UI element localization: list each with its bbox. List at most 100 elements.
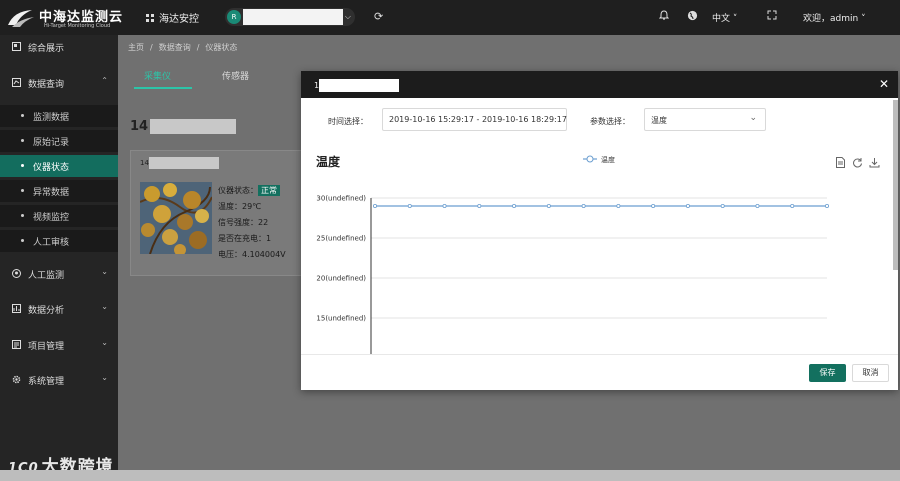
tab-sensor[interactable]: 传感器 bbox=[222, 69, 249, 82]
sidebar-item-label: 数据查询 bbox=[28, 80, 65, 90]
data-point bbox=[685, 204, 690, 209]
redacted-block bbox=[150, 119, 237, 134]
temperature-value: 温度：29℃ bbox=[218, 202, 262, 211]
status-badge: 正常 bbox=[258, 185, 280, 196]
grid-icon bbox=[146, 14, 154, 22]
time-label: 时间选择： bbox=[328, 117, 368, 126]
device-id-prefix: 14 bbox=[140, 159, 149, 167]
device-info: 仪器状态： 正常 温度：29℃ 信号强度：22 是否在充电：1 电压：4.1040… bbox=[218, 183, 286, 263]
modal-header: 1 ✕ bbox=[301, 71, 898, 98]
sidebar-item-label: 综合展示 bbox=[28, 44, 65, 54]
page-title-prefix: 14 bbox=[130, 119, 149, 134]
logo[interactable]: 中海达监测云 Hi-Target Monitoring Cloud bbox=[6, 5, 122, 31]
temperature-chart: 温度 温度 30(undefined) 25(undefined) 20(undefin… bbox=[316, 154, 830, 354]
sidebar-subitem-monitoring-data[interactable]: 监测数据 bbox=[0, 105, 118, 127]
sidebar-subitem-video[interactable]: 视频监控 bbox=[0, 205, 118, 227]
redacted-block bbox=[319, 79, 400, 92]
sidebar-subitem-abnormal-data[interactable]: 异常数据 bbox=[0, 180, 118, 202]
tab-collector[interactable]: 采集仪 bbox=[144, 69, 171, 82]
breadcrumb: 主页 / 数据查询 / 仪器状态 bbox=[128, 42, 237, 53]
refresh-icon[interactable]: ⟳ bbox=[374, 10, 383, 23]
sidebar-item-label: 数据分析 bbox=[28, 306, 65, 316]
signal-value: 信号强度：22 bbox=[218, 218, 269, 227]
device-status-row: 仪器状态： 正常 bbox=[218, 183, 286, 199]
chevron-down-icon: ⌄ bbox=[101, 302, 108, 311]
data-point bbox=[546, 204, 551, 209]
charging-value: 是否在充电：1 bbox=[218, 234, 272, 243]
chart-modal: 1 ✕ 时间选择： 2019-10-16 15:29:17 - 2019-10-… bbox=[301, 71, 898, 390]
sidebar-subitem-manual-review[interactable]: 人工审核 bbox=[0, 230, 118, 252]
sidebar: 综合展示 数据查询 ⌃ 监测数据 原始记录 仪器状态 异常数据 视频监控 人工审… bbox=[0, 35, 118, 481]
page-scrollbar[interactable] bbox=[893, 100, 898, 270]
app-switcher[interactable]: 海达安控 bbox=[146, 10, 199, 25]
bullet-icon bbox=[21, 139, 24, 142]
device-card[interactable]: 14 仪器状态： 正常 温度：29℃ 信号强度：22 是否在充电：1 电压：4.… bbox=[130, 150, 302, 276]
data-point bbox=[616, 204, 621, 209]
sidebar-item-label: 人工监测 bbox=[28, 271, 65, 281]
bullet-icon bbox=[21, 114, 24, 117]
breadcrumb-item: 仪器状态 bbox=[205, 43, 238, 52]
sidebar-item-label: 系统管理 bbox=[28, 377, 65, 387]
data-point bbox=[512, 204, 517, 209]
sidebar-item-system-management[interactable]: 系统管理 ⌄ bbox=[0, 368, 118, 392]
legend-label: 温度 bbox=[601, 155, 615, 164]
query-icon bbox=[12, 78, 21, 87]
language-select[interactable]: 中文 ˅ bbox=[712, 11, 737, 24]
breadcrumb-item[interactable]: 数据查询 bbox=[159, 43, 191, 52]
globe-icon[interactable] bbox=[687, 10, 698, 24]
chevron-down-icon: ⌄ bbox=[101, 373, 108, 382]
sidebar-item-manual-monitoring[interactable]: 人工监测 ⌄ bbox=[0, 262, 118, 286]
redacted-block bbox=[148, 157, 219, 169]
status-label: 仪器状态： bbox=[218, 186, 258, 195]
org-avatar: R bbox=[227, 10, 241, 24]
manual-icon bbox=[12, 269, 21, 278]
sidebar-item-label: 项目管理 bbox=[28, 342, 65, 352]
data-point bbox=[755, 204, 760, 209]
param-select[interactable]: 温度 ⌄ bbox=[644, 108, 766, 131]
welcome-text: 欢迎，admin bbox=[803, 14, 859, 24]
dashboard-icon bbox=[12, 42, 21, 51]
bullet-icon bbox=[21, 239, 24, 242]
y-tick-label: 30(undefined) bbox=[316, 195, 366, 203]
sidebar-subitem-label: 视频监控 bbox=[33, 213, 70, 223]
cancel-button[interactable]: 取消 bbox=[852, 364, 889, 382]
page-title: 14 bbox=[130, 119, 237, 134]
data-point bbox=[581, 204, 586, 209]
bottom-strip bbox=[0, 470, 900, 481]
analysis-icon bbox=[12, 304, 21, 313]
sidebar-subitem-label: 原始记录 bbox=[33, 138, 70, 148]
chevron-down-icon: ⌄ bbox=[101, 338, 108, 347]
language-label: 中文 bbox=[712, 14, 731, 24]
date-range-input[interactable]: 2019-10-16 15:29:17 - 2019-10-16 18:29:1… bbox=[382, 108, 567, 131]
chevron-down-icon: ˅ bbox=[861, 14, 866, 24]
logo-mark-icon bbox=[8, 10, 34, 27]
org-select[interactable]: R ⌵ bbox=[225, 8, 355, 26]
sidebar-item-data-query[interactable]: 数据查询 ⌃ bbox=[0, 71, 118, 95]
sidebar-subitem-label: 监测数据 bbox=[33, 113, 70, 123]
data-point bbox=[651, 204, 656, 209]
user-menu[interactable]: 欢迎，admin ˅ bbox=[803, 11, 866, 24]
sidebar-subitem-device-status[interactable]: 仪器状态 bbox=[0, 155, 118, 177]
sidebar-item-overview[interactable]: 综合展示 bbox=[0, 35, 118, 59]
data-point bbox=[790, 204, 795, 209]
bell-icon[interactable] bbox=[658, 10, 670, 23]
device-card-header: 14 bbox=[140, 157, 219, 169]
sidebar-subitem-raw-records[interactable]: 原始记录 bbox=[0, 130, 118, 152]
data-point bbox=[407, 204, 412, 209]
sidebar-subitem-label: 人工审核 bbox=[33, 238, 70, 248]
param-label: 参数选择： bbox=[590, 117, 630, 126]
y-tick-label: 20(undefined) bbox=[316, 275, 366, 283]
fullscreen-icon[interactable] bbox=[767, 10, 777, 23]
org-name-redacted bbox=[243, 9, 343, 25]
sidebar-item-data-analysis[interactable]: 数据分析 ⌄ bbox=[0, 297, 118, 321]
y-tick-label: 25(undefined) bbox=[316, 235, 366, 243]
sidebar-item-project-management[interactable]: 项目管理 ⌄ bbox=[0, 333, 118, 357]
save-button[interactable]: 保存 bbox=[809, 364, 846, 382]
breadcrumb-separator: / bbox=[196, 43, 200, 52]
data-point bbox=[477, 204, 482, 209]
close-icon[interactable]: ✕ bbox=[879, 77, 889, 91]
sidebar-subitem-label: 仪器状态 bbox=[33, 163, 70, 173]
breadcrumb-item[interactable]: 主页 bbox=[128, 43, 144, 52]
logo-subtitle: Hi-Target Monitoring Cloud bbox=[44, 23, 111, 29]
device-photo bbox=[140, 182, 212, 254]
